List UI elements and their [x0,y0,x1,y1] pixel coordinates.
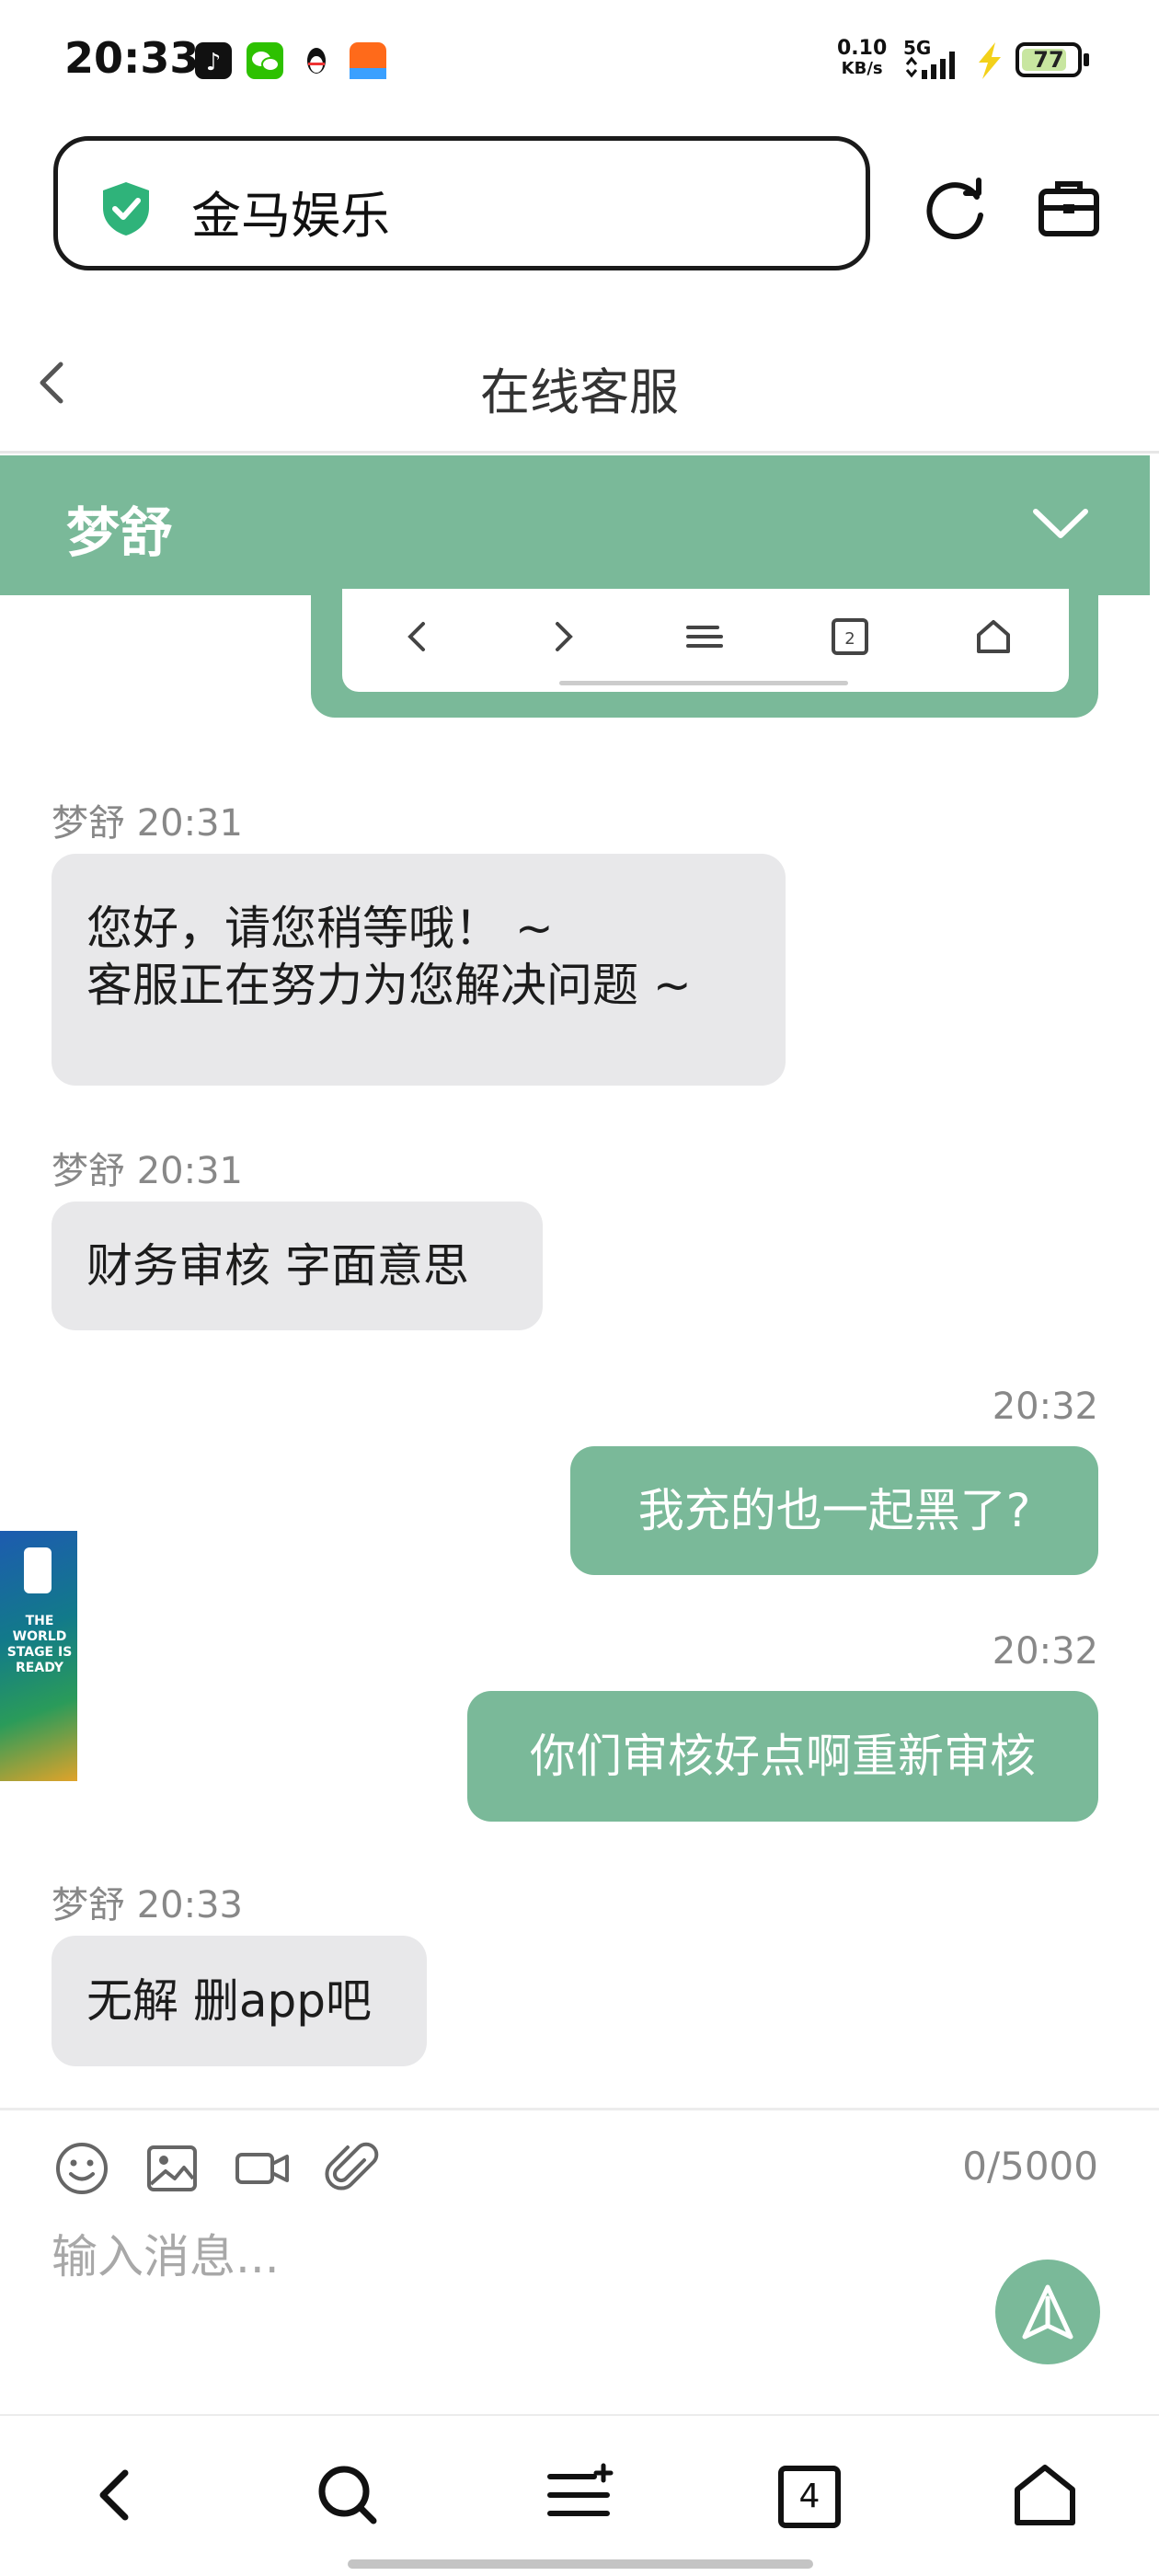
svg-text:♪: ♪ [206,49,222,76]
taobao-icon [350,42,386,79]
home-icon[interactable] [1008,2458,1082,2532]
home-indicator[interactable] [348,2559,813,2569]
search-icon[interactable] [311,2458,384,2532]
toolbox-icon[interactable] [1036,175,1102,241]
page-title: 在线客服 [480,363,679,421]
signal-icon [905,52,955,79]
message-input[interactable] [52,2225,879,2289]
image-icon[interactable] [143,2140,201,2197]
message-time: 20:32 [992,1386,1098,1428]
nav-back-icon[interactable] [79,2458,153,2532]
message-line: 您好，请您稍等哦！ ~ [86,902,554,955]
battery-icon: 77 [1016,42,1082,77]
message-time: 20:32 [992,1630,1098,1673]
status-time: 20:33 [64,33,200,83]
battery-level: 77 [1033,47,1064,73]
ad-emblem-icon [24,1547,52,1593]
tabs-button[interactable]: 4 [778,2466,841,2528]
net-speed-value: 0.10 [837,37,888,60]
attachment-icon[interactable] [324,2140,381,2197]
svg-text:2: 2 [844,629,855,649]
message-bubble: 无解 删app吧 [52,1936,427,2066]
url-bar[interactable] [53,136,870,270]
emoji-icon[interactable] [53,2140,110,2197]
message-bubble: 你们审核好点啊重新审核 [467,1691,1098,1822]
net-speed-unit: KB/s [841,59,883,78]
charging-icon [979,42,1001,79]
header-divider [0,451,1159,454]
message-bubble: 财务审核 字面意思 [52,1202,543,1330]
message-text: 无解 删app吧 [86,1974,373,2028]
character-counter: 0/5000 [962,2144,1098,2189]
url-text[interactable]: 金马娱乐 [191,175,390,247]
message-line: 客服正在努力为您解决问题 ~ [86,959,692,1012]
message-text: 我充的也一起黑了? [637,1484,1031,1537]
net-speed: 0.10 KB/s [837,39,887,79]
douyin-icon: ♪ [195,42,232,79]
tabs-icon: 2 [832,618,868,655]
menu-icon [686,626,723,648]
forward-icon [556,622,573,651]
composer-bottom-divider [0,2414,1159,2416]
composer-divider [0,2108,1159,2110]
message-text: 财务审核 字面意思 [86,1239,469,1293]
message-meta: 梦舒 20:33 [52,1884,243,1926]
chevron-down-icon[interactable] [1030,504,1091,545]
back-icon [407,622,425,651]
send-icon [1022,2284,1073,2340]
agent-name: 梦舒 [66,501,174,564]
gesture-bar [559,681,848,685]
wechat-icon [247,42,283,79]
shield-check-icon [103,182,149,236]
side-ad-text: THE WORLD STAGE IS READY [6,1614,73,1675]
video-icon[interactable] [234,2140,291,2197]
message-text: 你们审核好点啊重新审核 [530,1730,1036,1783]
menu-icon[interactable] [543,2458,616,2532]
message-bubble: 我充的也一起黑了? [570,1446,1098,1575]
message-bubble: 您好，请您稍等哦！ ~ 客服正在努力为您解决问题 ~ [52,854,786,1086]
message-meta: 梦舒 20:31 [52,1150,243,1192]
reload-icon[interactable] [920,175,990,245]
home-icon [977,620,1010,653]
message-meta: 梦舒 20:31 [52,802,243,845]
battery-cap [1084,53,1089,66]
tabs-count: 4 [798,2478,820,2515]
send-button[interactable] [995,2260,1100,2364]
qq-icon [298,42,335,79]
